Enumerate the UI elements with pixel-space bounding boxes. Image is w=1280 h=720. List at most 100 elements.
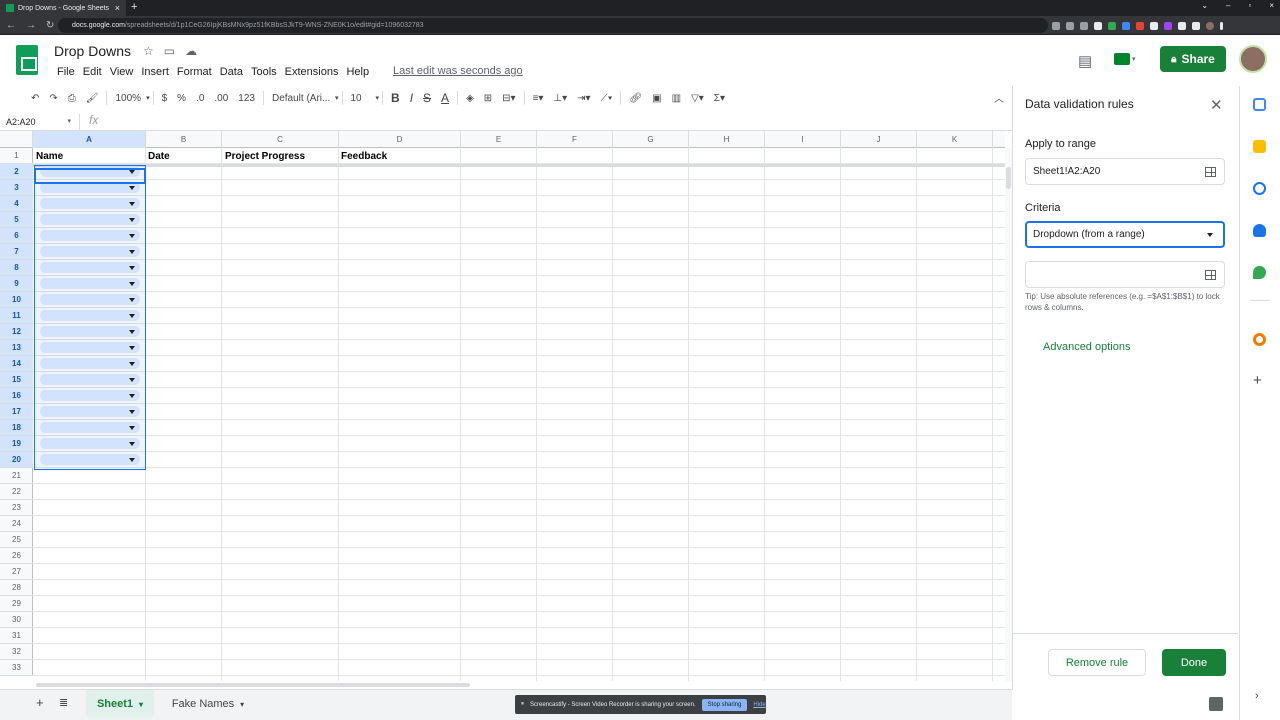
close-icon[interactable]: ✕ — [1210, 96, 1223, 114]
menu-format[interactable]: Format — [173, 65, 216, 79]
row-header[interactable]: 26 — [0, 548, 33, 564]
column-header-h[interactable]: H — [689, 131, 765, 148]
collapse-menus-icon[interactable]: ︿ — [994, 90, 1004, 105]
row-header[interactable]: 3 — [0, 180, 33, 196]
extension-icon[interactable] — [1164, 21, 1172, 30]
chevron-right-icon[interactable]: › — [1255, 690, 1259, 702]
menu-help[interactable]: Help — [342, 65, 373, 79]
text-color-button[interactable]: A — [436, 91, 454, 105]
extension-icon[interactable] — [1108, 21, 1116, 30]
extension-icon[interactable] — [1094, 21, 1102, 30]
share-icon[interactable] — [1066, 21, 1074, 30]
share-button[interactable]: 🔒︎ Share — [1160, 46, 1226, 72]
merge-cells-icon[interactable]: ⊟▾ — [497, 93, 520, 104]
currency-format-button[interactable]: $ — [157, 93, 173, 104]
zoom-select[interactable]: 100% — [110, 93, 146, 104]
menu-edit[interactable]: Edit — [79, 65, 106, 79]
vertical-align-icon[interactable]: ⊥▾ — [548, 93, 572, 104]
menu-file[interactable]: File — [53, 65, 79, 79]
filter-icon[interactable]: ▽▾ — [686, 93, 709, 104]
insert-comment-icon[interactable]: ▣ — [647, 93, 666, 104]
row-header[interactable]: 12 — [0, 324, 33, 340]
horizontal-align-icon[interactable]: ≡▾ — [528, 93, 549, 104]
dropdown-chip[interactable] — [40, 390, 140, 401]
column-header-c[interactable]: C — [222, 131, 339, 148]
bold-button[interactable]: B — [386, 91, 405, 105]
maps-icon[interactable] — [1253, 266, 1266, 279]
get-addons-icon[interactable]: + — [1253, 372, 1262, 389]
dropdown-chip[interactable] — [40, 230, 140, 241]
insert-chart-icon[interactable]: ▥ — [667, 93, 686, 104]
row-header[interactable]: 23 — [0, 500, 33, 516]
row-header[interactable]: 21 — [0, 468, 33, 484]
menu-insert[interactable]: Insert — [137, 65, 173, 79]
search-icon[interactable] — [1052, 21, 1060, 30]
row-header[interactable]: 19 — [0, 436, 33, 452]
cells-area[interactable]: Name Date Project Progress Feedback — [33, 148, 1005, 681]
advanced-options-toggle[interactable]: Advanced options — [1043, 341, 1130, 353]
reload-icon[interactable]: ↻ — [46, 20, 54, 31]
criteria-select[interactable]: Dropdown (from a range) — [1025, 221, 1225, 248]
column-header-e[interactable]: E — [461, 131, 537, 148]
dropdown-chip[interactable] — [40, 278, 140, 289]
row-header[interactable]: 11 — [0, 308, 33, 324]
paint-format-icon[interactable]: 🖌︎ — [81, 93, 104, 104]
dropdown-chip[interactable] — [40, 294, 140, 305]
row-header[interactable]: 13 — [0, 340, 33, 356]
column-header-k[interactable]: K — [917, 131, 993, 148]
chevron-down-icon[interactable]: ⌄ — [1201, 1, 1208, 10]
column-header-i[interactable]: I — [765, 131, 841, 148]
row-header[interactable]: 17 — [0, 404, 33, 420]
extension-icon[interactable] — [1136, 21, 1144, 30]
row-header[interactable]: 22 — [0, 484, 33, 500]
vertical-scrollbar[interactable] — [1005, 148, 1012, 681]
increase-decimal-button[interactable]: .00 — [209, 93, 233, 104]
column-header-j[interactable]: J — [841, 131, 917, 148]
browser-tab[interactable]: Drop Downs - Google Sheets × — [0, 0, 126, 16]
dropdown-chip[interactable] — [40, 358, 140, 369]
cell-b1[interactable]: Date — [148, 151, 170, 162]
move-folder-icon[interactable]: ▭ — [164, 44, 175, 58]
close-window-icon[interactable]: × — [1269, 1, 1274, 10]
done-button[interactable]: Done — [1162, 649, 1226, 676]
row-header[interactable]: 31 — [0, 628, 33, 644]
row-header[interactable]: 33 — [0, 660, 33, 676]
select-all-corner[interactable] — [0, 131, 33, 148]
forward-icon[interactable]: → — [26, 20, 36, 31]
row-header[interactable]: 7 — [0, 244, 33, 260]
vertical-scrollbar-thumb[interactable] — [1006, 167, 1011, 189]
profile-icon[interactable] — [1206, 21, 1214, 30]
column-header-g[interactable]: G — [613, 131, 689, 148]
add-sheet-icon[interactable]: + — [36, 695, 44, 710]
row-header[interactable]: 9 — [0, 276, 33, 292]
undo-icon[interactable]: ↶ — [26, 93, 44, 104]
menu-view[interactable]: View — [106, 65, 138, 79]
sheet-tab-sheet1[interactable]: Sheet1 ▾ — [86, 690, 154, 718]
insert-link-icon[interactable]: 🔗︎ — [624, 93, 647, 104]
text-wrap-icon[interactable]: ⇥▾ — [572, 93, 595, 104]
row-header[interactable]: 4 — [0, 196, 33, 212]
menu-extensions[interactable]: Extensions — [281, 65, 343, 79]
all-sheets-icon[interactable]: ≣ — [59, 696, 68, 709]
dropdown-range-input[interactable] — [1025, 261, 1225, 288]
column-header-f[interactable]: F — [537, 131, 613, 148]
dropdown-chip[interactable] — [40, 262, 140, 273]
close-tab-icon[interactable]: × — [115, 3, 120, 13]
extension-icon[interactable] — [1122, 21, 1130, 30]
print-icon[interactable]: ⎙ — [63, 93, 81, 104]
font-family-select[interactable]: Default (Ari... — [267, 93, 335, 104]
sheet-tab-fake-names[interactable]: Fake Names ▾ — [162, 690, 254, 718]
bookmark-star-icon[interactable] — [1080, 21, 1088, 30]
row-header[interactable]: 29 — [0, 596, 33, 612]
keep-icon[interactable] — [1253, 140, 1266, 153]
dropdown-chip[interactable] — [40, 342, 140, 353]
menu-tools[interactable]: Tools — [247, 65, 281, 79]
row-header[interactable]: 32 — [0, 644, 33, 660]
dropdown-chip[interactable] — [40, 438, 140, 449]
row-header[interactable]: 24 — [0, 516, 33, 532]
explore-icon[interactable] — [1209, 697, 1223, 711]
extension-icon[interactable] — [1150, 21, 1158, 30]
avatar[interactable] — [1239, 45, 1267, 73]
back-icon[interactable]: ← — [6, 20, 16, 31]
functions-icon[interactable]: Σ▾ — [709, 93, 730, 104]
